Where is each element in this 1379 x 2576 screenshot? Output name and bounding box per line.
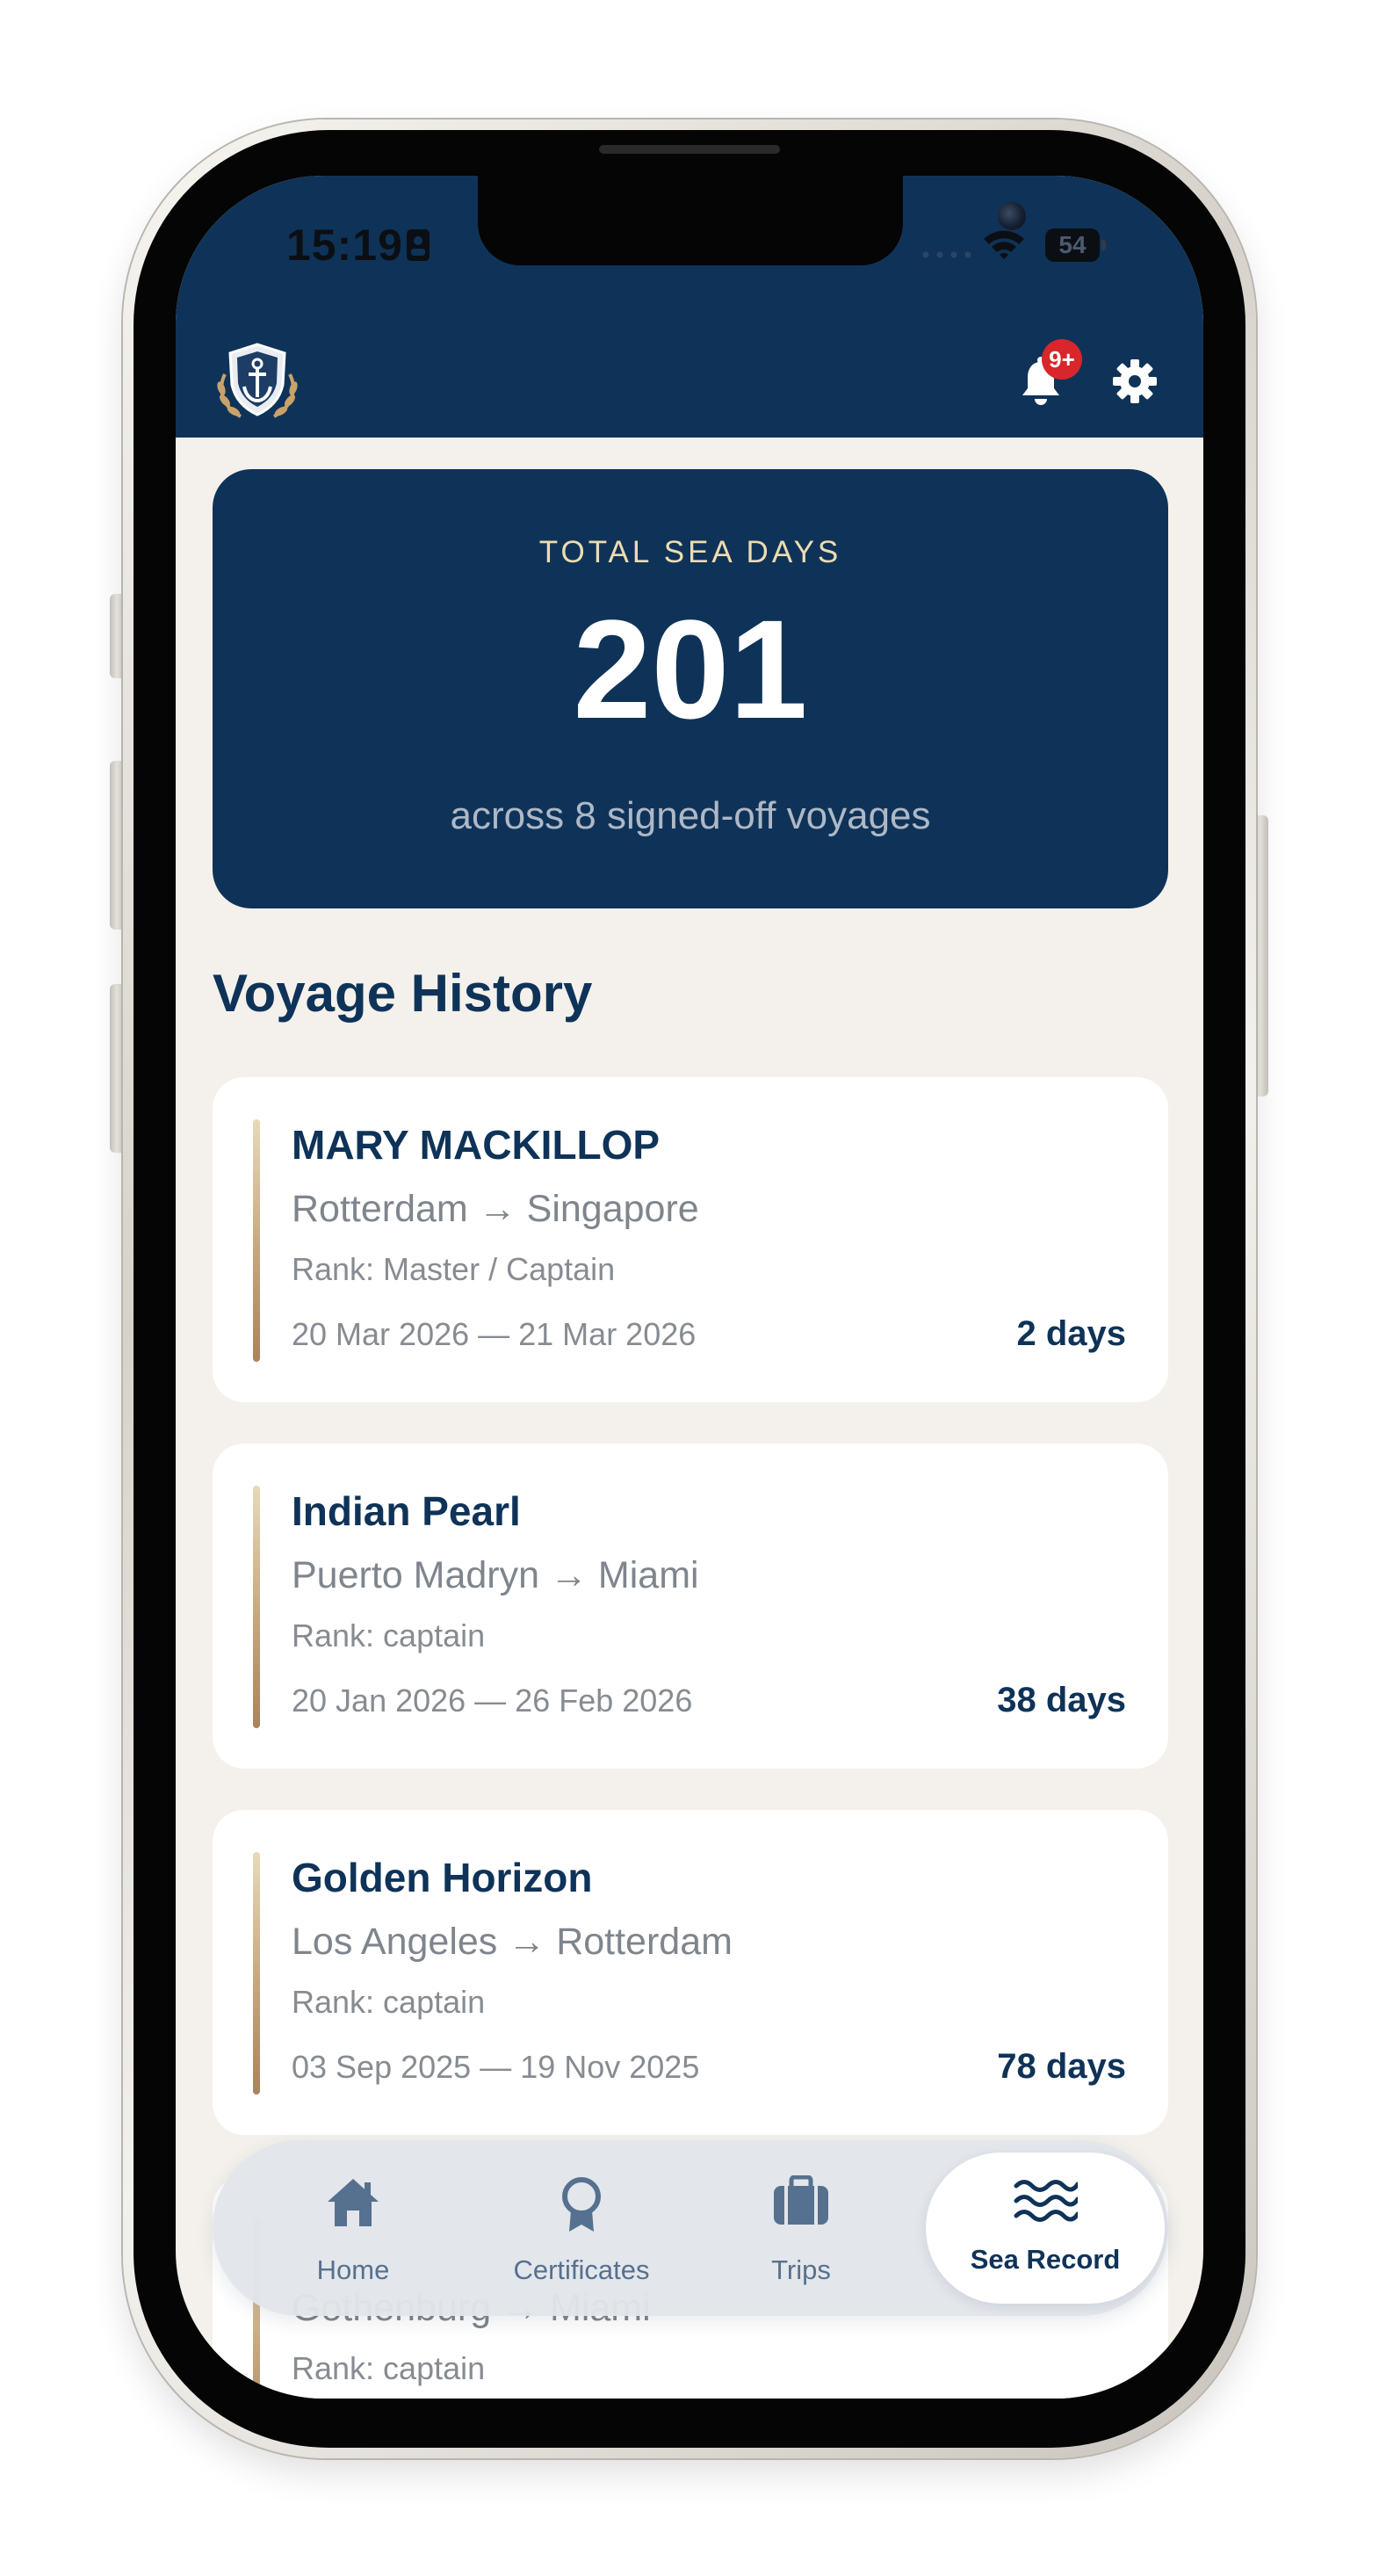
id-card-icon xyxy=(407,229,430,261)
waves-icon xyxy=(1014,2180,1078,2222)
wifi-icon xyxy=(984,230,1024,259)
voyage-rank: Rank: captain xyxy=(292,1617,486,1653)
status-time: 15:19 xyxy=(286,221,403,270)
battery-level: 54 xyxy=(1045,228,1100,262)
battery-cap xyxy=(1101,240,1106,250)
anchor-shield-logo xyxy=(217,343,298,418)
notification-badge: 9+ xyxy=(1042,339,1082,380)
voyage-days: 2 days xyxy=(1016,1314,1126,1353)
tab-sea-record[interactable]: Sea Record xyxy=(926,2153,1165,2304)
tab-label: Certificates xyxy=(513,2254,650,2285)
voyage-dates: 20 Mar 2026 — 21 Mar 2026 xyxy=(292,1316,697,1352)
voyage-dates: 03 Sep 2025 — 19 Nov 2025 xyxy=(292,2049,700,2085)
battery-icon: 54 xyxy=(1045,228,1107,262)
card-accent-bar xyxy=(253,1486,260,1728)
vessel-name: MARY MACKILLOP xyxy=(292,1122,661,1168)
voyage-dates: 20 Jan 2026 — 26 Feb 2026 xyxy=(292,1682,693,1719)
voyage-days: 78 days xyxy=(997,2047,1126,2086)
voyage-route: Los Angeles → Rotterdam xyxy=(292,1921,733,1963)
bottom-tab-bar: Home Certificates Trips Sea Record xyxy=(213,2140,1168,2316)
sea-days-summary-card: TOTAL SEA DAYS 201 across 8 signed-off v… xyxy=(213,469,1168,908)
house-icon xyxy=(328,2179,379,2226)
gear-icon[interactable] xyxy=(1112,358,1158,404)
voyage-route: Puerto Madryn → Miami xyxy=(292,1554,699,1596)
summary-subtitle: across 8 signed-off voyages xyxy=(450,794,931,837)
earpiece-speaker xyxy=(599,145,780,154)
briefcase-icon xyxy=(774,2175,828,2225)
tab-label: Home xyxy=(316,2254,390,2285)
tab-label: Sea Record xyxy=(970,2244,1121,2275)
vessel-name: Golden Horizon xyxy=(292,1855,593,1900)
voyage-card[interactable]: Indian Pearl Puerto Madryn → Miami Rank:… xyxy=(213,1444,1168,1769)
signal-dots-icon xyxy=(922,251,971,258)
card-accent-bar xyxy=(253,1119,260,1362)
vessel-name: Indian Pearl xyxy=(292,1488,521,1534)
voyage-history-title: Voyage History xyxy=(213,964,593,1023)
voyage-rank: Rank: captain xyxy=(292,1984,486,2020)
notch xyxy=(478,176,1026,265)
tab-certificates[interactable]: Certificates xyxy=(476,2140,687,2316)
card-accent-bar xyxy=(253,1852,260,2095)
total-sea-days-value: 201 xyxy=(573,590,808,748)
app-screen: 15:19 54 9+ TOTAL SEA DAYS 201 across 8 … xyxy=(176,176,1203,2399)
voyage-rank: Rank: captain xyxy=(292,2350,486,2386)
app-header: 15:19 54 9+ xyxy=(176,176,1203,438)
summary-label: TOTAL SEA DAYS xyxy=(538,535,842,569)
tab-home[interactable]: Home xyxy=(274,2140,432,2316)
voyage-card[interactable]: MARY MACKILLOP Rotterdam → Singapore Ran… xyxy=(213,1077,1168,1402)
voyage-days: 38 days xyxy=(997,1681,1126,1719)
voyage-route: Rotterdam → Singapore xyxy=(292,1188,699,1230)
voyage-rank: Rank: Master / Captain xyxy=(292,1251,616,1287)
tab-trips[interactable]: Trips xyxy=(722,2140,880,2316)
voyage-card[interactable]: Golden Horizon Los Angeles → Rotterdam R… xyxy=(213,1810,1168,2135)
ribbon-award-icon xyxy=(562,2177,601,2232)
tab-label: Trips xyxy=(771,2254,831,2285)
